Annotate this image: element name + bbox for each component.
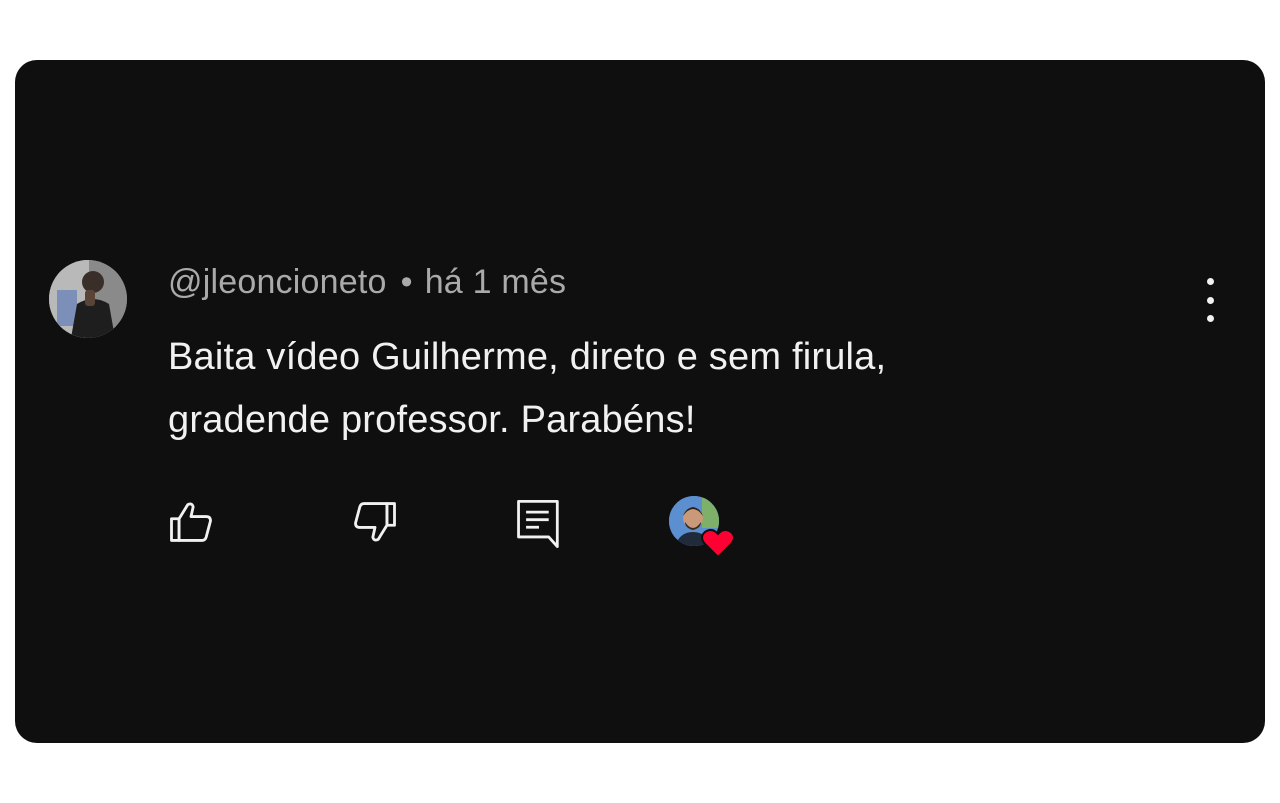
menu-dot — [1206, 296, 1214, 304]
meta-separator: • — [400, 263, 413, 301]
reply-comment-icon — [517, 499, 559, 549]
thumbs-down-icon — [354, 502, 396, 542]
thumbs-up-icon — [170, 502, 212, 542]
menu-dot — [1206, 278, 1214, 285]
username-link[interactable]: @jleoncioneto — [168, 263, 387, 301]
creator-heart-icon — [669, 496, 735, 559]
comment-card: @jleoncioneto • há 1 mês Baita vídeo Guilh… — [15, 60, 1265, 743]
comment-meta: @jleoncioneto • há 1 mês — [168, 263, 566, 302]
more-vertical-icon[interactable] — [1195, 278, 1225, 322]
reply-button[interactable] — [513, 496, 565, 557]
comment-text-line: Baita vídeo Guilherme, direto e sem firu… — [168, 336, 887, 378]
menu-dot — [1206, 315, 1214, 322]
comment-text: Baita vídeo Guilherme, direto e sem firu… — [168, 326, 1168, 452]
creator-heart-badge — [668, 494, 740, 560]
avatar[interactable] — [49, 260, 127, 338]
comment-text-line: gradende professor. Parabéns! — [168, 399, 696, 441]
like-button[interactable] — [165, 496, 217, 553]
comment-timestamp[interactable]: há 1 mês — [425, 263, 566, 301]
avatar-image — [49, 260, 127, 338]
dislike-button[interactable] — [349, 496, 401, 553]
